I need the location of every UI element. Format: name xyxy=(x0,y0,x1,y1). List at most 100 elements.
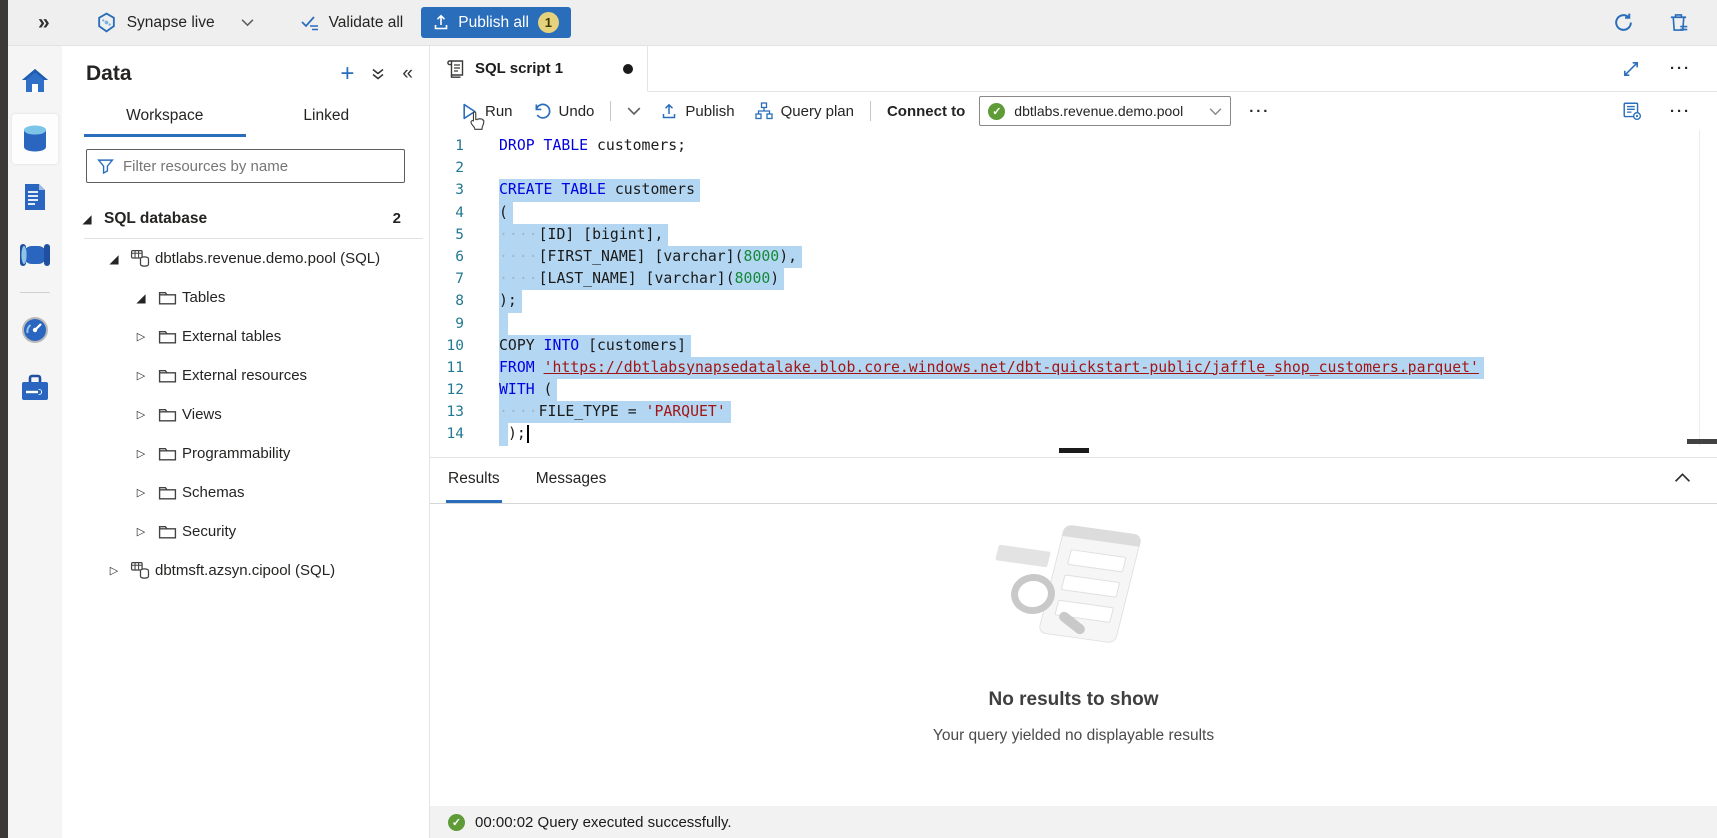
publish-all-button[interactable]: Publish all 1 xyxy=(421,7,571,38)
code-line-9[interactable]: 9 xyxy=(430,313,1717,335)
query-plan-button[interactable]: Query plan xyxy=(745,92,864,130)
code-line-6[interactable]: 6····[FIRST_NAME] [varchar](8000), xyxy=(430,246,1717,268)
empty-results-subtitle: Your query yielded no displayable result… xyxy=(933,727,1214,745)
line-number: 7 xyxy=(430,268,478,290)
undo-button[interactable]: Undo xyxy=(523,92,605,130)
pool-connected-icon: ✓ xyxy=(988,103,1005,120)
publish-count-badge: 1 xyxy=(538,12,559,33)
tree-item-views[interactable]: ▷ Views xyxy=(62,395,429,434)
tree-item-programmability[interactable]: ▷Programmability xyxy=(62,434,429,473)
tab-results[interactable]: Results xyxy=(446,458,502,503)
expand-node-icon[interactable]: ▷ xyxy=(130,330,152,343)
results-splitter[interactable] xyxy=(430,446,1717,458)
line-number: 3 xyxy=(430,179,478,201)
query-plan-label: Query plan xyxy=(781,103,854,120)
code-line-3[interactable]: 3CREATE TABLE customers xyxy=(430,179,1717,201)
undo-label: Undo xyxy=(559,103,595,120)
pipeline-icon xyxy=(19,242,51,268)
editor-scrollbar-thumb[interactable] xyxy=(1687,439,1717,444)
tree-item-sql-database[interactable]: ◢SQL database2 xyxy=(62,199,429,238)
publish-upload-icon xyxy=(433,14,449,31)
success-check-icon: ✓ xyxy=(448,814,465,831)
validate-all-button[interactable]: Validate all xyxy=(300,14,404,32)
collapse-panel-icon[interactable]: « xyxy=(402,63,413,85)
sql-database-tree: ◢SQL database2◢dbtlabs.revenue.demo.pool… xyxy=(62,199,429,590)
tab-workspace[interactable]: Workspace xyxy=(84,100,246,137)
expand-node-icon[interactable]: ▷ xyxy=(130,369,152,382)
code-line-7[interactable]: 7····[LAST_NAME] [varchar](8000) xyxy=(430,268,1717,290)
panel-title: Data xyxy=(86,62,132,86)
tree-item-tables[interactable]: ◢ Tables xyxy=(62,278,429,317)
run-button[interactable]: Run xyxy=(452,92,523,130)
expand-node-icon[interactable]: ▷ xyxy=(130,525,152,538)
tab-linked[interactable]: Linked xyxy=(246,100,408,137)
sql-script-icon xyxy=(446,59,465,79)
code-line-10[interactable]: 10COPY INTO [customers] xyxy=(430,335,1717,357)
tree-item-label: Views xyxy=(182,406,222,423)
connect-to-label: Connect to xyxy=(887,103,965,120)
collapse-node-icon[interactable]: ◢ xyxy=(76,212,98,226)
toolbar-separator xyxy=(610,101,611,121)
trash-icon[interactable] xyxy=(1668,12,1689,33)
top-command-bar: » Synapse live Validate all xyxy=(8,0,1717,46)
pool-select-dropdown[interactable]: ✓ dbtlabs.revenue.demo.pool xyxy=(979,96,1231,126)
nav-data-button[interactable] xyxy=(12,114,58,164)
tree-item-external-tables[interactable]: ▷External tables xyxy=(62,317,429,356)
nav-integrate-button[interactable] xyxy=(12,230,58,280)
code-line-8[interactable]: 8); xyxy=(430,290,1717,312)
add-resource-icon[interactable]: + xyxy=(340,64,354,84)
tab-sql-script-1[interactable]: SQL script 1 xyxy=(430,46,648,92)
expand-node-icon[interactable]: ▷ xyxy=(130,486,152,499)
mode-label: Synapse live xyxy=(127,14,215,32)
tree-item-schemas[interactable]: ▷Schemas xyxy=(62,473,429,512)
tree-item-label: Security xyxy=(182,523,236,540)
tab-messages[interactable]: Messages xyxy=(534,458,609,503)
expand-editor-icon[interactable] xyxy=(1622,60,1640,78)
code-line-4[interactable]: 4( xyxy=(430,202,1717,224)
code-line-5[interactable]: 5····[ID] [bigint], xyxy=(430,224,1717,246)
code-line-12[interactable]: 12WITH ( xyxy=(430,379,1717,401)
nav-manage-button[interactable] xyxy=(12,363,58,413)
code-line-1[interactable]: 1DROP TABLE customers; xyxy=(430,135,1717,157)
collapse-node-icon[interactable]: ◢ xyxy=(103,252,125,266)
line-number: 5 xyxy=(430,224,478,246)
code-line-2[interactable]: 2 xyxy=(430,157,1717,179)
toolbar-more-icon[interactable]: ··· xyxy=(1249,103,1270,120)
filter-resources-input[interactable] xyxy=(123,158,394,175)
code-line-11[interactable]: 11FROM 'https://dbtlabsynapsedatalake.bl… xyxy=(430,357,1717,379)
nav-home-button[interactable] xyxy=(12,56,58,106)
expand-node-icon[interactable]: ▷ xyxy=(103,564,125,577)
splitter-handle[interactable] xyxy=(1059,448,1089,453)
editor-scrollbar-track xyxy=(1699,130,1700,446)
run-options-chevron[interactable] xyxy=(617,92,651,130)
tree-item-dbtlabs-revenue-demo-pool-sql-[interactable]: ◢dbtlabs.revenue.demo.pool (SQL) xyxy=(62,239,429,278)
validate-check-icon xyxy=(300,14,320,32)
script-settings-icon[interactable] xyxy=(1622,101,1642,121)
tree-item-external-resources[interactable]: ▷External resources xyxy=(62,356,429,395)
nav-develop-button[interactable] xyxy=(12,172,58,222)
publish-button[interactable]: Publish xyxy=(651,92,744,130)
mode-selector[interactable]: Synapse live xyxy=(96,12,254,33)
query-plan-icon xyxy=(755,102,773,120)
chevron-up-icon[interactable] xyxy=(1674,472,1691,483)
tree-item-label: Tables xyxy=(182,289,225,306)
sql-code-editor[interactable]: 1DROP TABLE customers;23CREATE TABLE cus… xyxy=(430,130,1717,446)
code-line-14[interactable]: 14); xyxy=(430,423,1717,445)
expand-node-icon[interactable]: ▷ xyxy=(130,408,152,421)
tab-more-icon[interactable]: ··· xyxy=(1670,60,1691,77)
left-nav-rail xyxy=(8,46,62,838)
expand-node-icon[interactable]: ▷ xyxy=(130,447,152,460)
editor-more-icon[interactable]: ··· xyxy=(1670,103,1691,120)
refresh-icon[interactable] xyxy=(1613,12,1634,33)
double-chevron-down-icon[interactable] xyxy=(371,67,385,81)
unsaved-dot xyxy=(623,64,633,74)
line-number: 2 xyxy=(430,157,478,179)
folder-icon xyxy=(152,290,182,306)
expand-sidebar-icon[interactable]: » xyxy=(38,11,50,35)
nav-monitor-button[interactable] xyxy=(12,305,58,355)
code-line-13[interactable]: 13····FILE_TYPE = 'PARQUET' xyxy=(430,401,1717,423)
collapse-node-icon[interactable]: ◢ xyxy=(130,291,152,305)
tree-item-security[interactable]: ▷ Security xyxy=(62,512,429,551)
tree-item-dbtmsft-azsyn-cipool-sql-[interactable]: ▷dbtmsft.azsyn.cipool (SQL) xyxy=(62,551,429,590)
tab-title: SQL script 1 xyxy=(475,60,563,77)
